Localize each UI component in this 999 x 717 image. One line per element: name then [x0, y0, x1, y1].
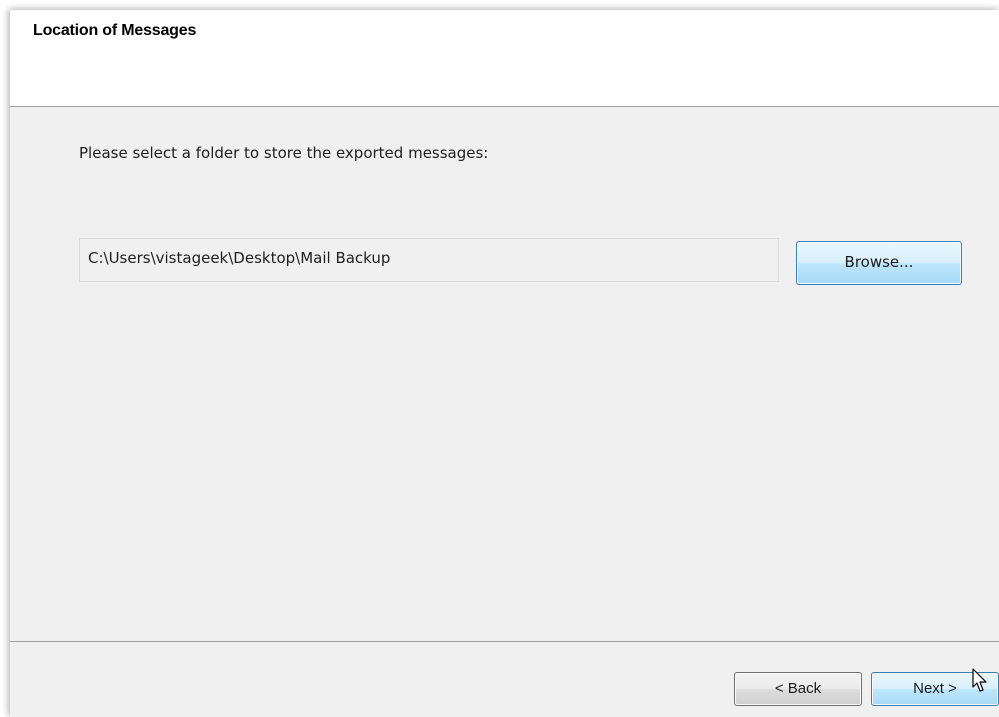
footer-divider: [10, 641, 999, 642]
arrow-cursor-icon: [972, 668, 987, 692]
back-button[interactable]: < Back: [734, 672, 862, 706]
browse-button[interactable]: Browse...: [796, 241, 962, 285]
export-wizard-dialog: Location of Messages Please select a fol…: [10, 10, 999, 717]
wizard-header: Location of Messages: [10, 10, 999, 107]
instruction-text: Please select a folder to store the expo…: [79, 144, 489, 162]
folder-path-field: C:\Users\vistageek\Desktop\Mail Backup: [79, 238, 779, 282]
page-title: Location of Messages: [33, 22, 197, 39]
